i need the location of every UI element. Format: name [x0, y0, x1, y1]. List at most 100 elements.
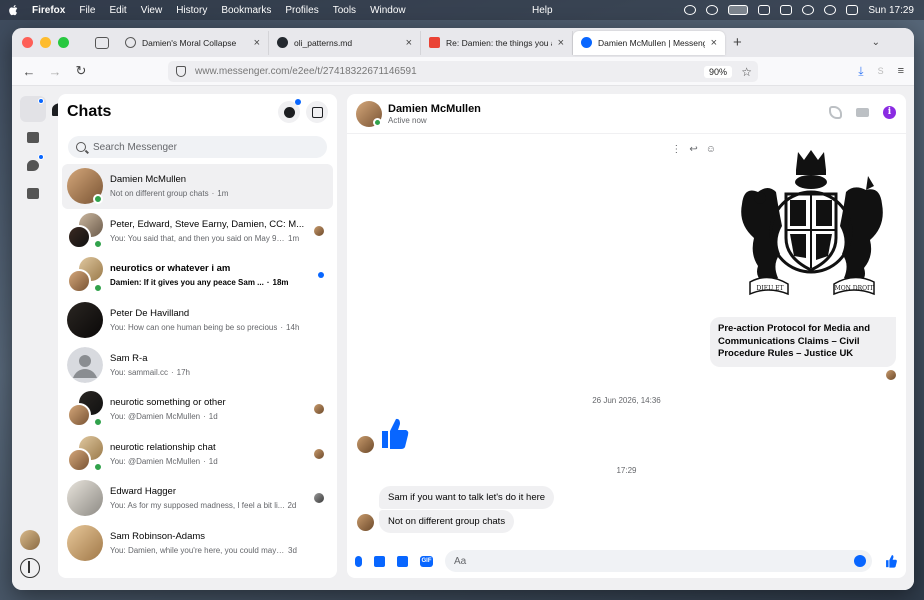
- menu-history[interactable]: History: [176, 5, 207, 16]
- menu-window[interactable]: Window: [370, 5, 406, 16]
- gmail-favicon-icon: [429, 37, 440, 48]
- ai-chat-favicon-icon: [125, 37, 136, 48]
- avatar: [67, 346, 103, 383]
- menu-help[interactable]: Help: [532, 5, 553, 16]
- chat-item[interactable]: Sam Robinson-Adams You: Damien, while yo…: [62, 521, 333, 566]
- chats-heading: Chats: [67, 103, 112, 120]
- spotlight-search-icon[interactable]: [824, 5, 837, 15]
- rail-marketplace-button[interactable]: [20, 124, 46, 150]
- menu-file[interactable]: File: [79, 5, 95, 16]
- reply-icon[interactable]: ↩: [689, 144, 697, 155]
- tab-overview-icon[interactable]: [95, 36, 109, 49]
- minimize-window-button[interactable]: [40, 37, 51, 48]
- extension-icon[interactable]: S: [878, 66, 884, 76]
- info-icon[interactable]: i: [883, 106, 896, 119]
- tab-moral-collapse[interactable]: Damien's Moral Collapse ×: [117, 30, 269, 55]
- menu-edit[interactable]: Edit: [109, 5, 126, 16]
- list-all-tabs-icon[interactable]: ⌄: [872, 37, 880, 48]
- zoom-level-badge[interactable]: 90%: [703, 65, 732, 78]
- chat-item[interactable]: Peter De Havilland You: How can one huma…: [62, 298, 333, 343]
- vpn-status-icon[interactable]: [684, 5, 697, 15]
- timestamp-divider: 17:29: [616, 466, 637, 475]
- zoom-window-button[interactable]: [58, 37, 69, 48]
- close-tab-icon[interactable]: ×: [711, 37, 717, 49]
- royal-coat-of-arms-image[interactable]: DIEU ET MON DROIT: [728, 146, 894, 300]
- chat-item[interactable]: neurotics or whatever i am Damien: If it…: [62, 253, 333, 298]
- facebook-button[interactable]: [278, 99, 301, 123]
- chat-item[interactable]: Peter, Edward, Steve Earny, Damien, CC: …: [62, 209, 333, 254]
- control-center-icon[interactable]: [846, 5, 859, 15]
- phone-call-icon[interactable]: [829, 106, 842, 119]
- image-attach-icon[interactable]: [374, 555, 385, 567]
- chat-item[interactable]: Sam R-a You: sammail.cc · 17h: [62, 342, 333, 387]
- contact-status: Active now: [388, 115, 427, 125]
- emoji-icon[interactable]: [854, 555, 866, 567]
- react-emoji-icon[interactable]: ☺: [706, 144, 716, 155]
- microphone-icon[interactable]: [355, 555, 362, 567]
- menu-view[interactable]: View: [141, 5, 163, 16]
- message-bubble[interactable]: Sam if you want to talk let's do it here: [379, 486, 555, 509]
- send-like-icon[interactable]: [884, 554, 898, 568]
- chat-time: 1d: [208, 412, 218, 422]
- contact-avatar[interactable]: [356, 100, 382, 127]
- chat-item[interactable]: neurotic something or other You: @Damien…: [62, 387, 333, 432]
- app-menu-icon[interactable]: ≡: [898, 65, 904, 77]
- address-bar[interactable]: www.messenger.com /e2ee/t/27418322671146…: [168, 61, 758, 82]
- chat-item[interactable]: Damien McMullen Not on different group c…: [62, 164, 333, 209]
- downloads-icon[interactable]: ⤓: [858, 64, 863, 79]
- tracking-protection-shield-icon[interactable]: [176, 66, 186, 77]
- menu-app-name[interactable]: Firefox: [32, 5, 65, 16]
- close-tab-icon[interactable]: ×: [254, 37, 260, 49]
- menu-tools[interactable]: Tools: [333, 5, 356, 16]
- bookmark-star-icon[interactable]: ☆: [741, 65, 752, 79]
- gif-icon[interactable]: GIF: [420, 555, 433, 567]
- volume-icon[interactable]: [802, 5, 815, 15]
- profile-avatar[interactable]: [20, 530, 40, 550]
- screen-mirror-icon[interactable]: [728, 5, 749, 15]
- chat-time: 1m: [217, 189, 229, 199]
- message-bubble[interactable]: Not on different group chats: [379, 510, 515, 533]
- tab-oli-patterns[interactable]: oli_patterns.md ×: [269, 30, 421, 55]
- chats-header: Chats: [58, 94, 337, 130]
- close-tab-icon[interactable]: ×: [558, 37, 564, 49]
- more-options-icon[interactable]: ⋮: [671, 144, 681, 155]
- apple-icon[interactable]: [8, 4, 20, 16]
- chat-item[interactable]: neurotic relationship chat You: @Damien …: [62, 432, 333, 477]
- chat-name: Sam R-a: [110, 352, 148, 364]
- toggle-sidebar-icon[interactable]: [20, 558, 40, 578]
- menubar-clock[interactable]: Sun 17:29: [868, 5, 914, 16]
- chatgpt-icon[interactable]: [706, 5, 719, 15]
- sticker-icon[interactable]: [397, 555, 408, 567]
- tab-messenger[interactable]: Damien McMullen | Messenger ×: [573, 30, 725, 55]
- video-call-icon[interactable]: [856, 108, 869, 117]
- chat-name: Edward Hagger: [110, 486, 177, 498]
- back-icon[interactable]: ←: [16, 64, 42, 79]
- compose-icon: [311, 106, 323, 118]
- menu-profiles[interactable]: Profiles: [285, 5, 318, 16]
- messenger-favicon-icon: [581, 37, 592, 48]
- close-tab-icon[interactable]: ×: [406, 37, 412, 49]
- new-message-button[interactable]: [306, 101, 328, 123]
- search-input[interactable]: [93, 141, 313, 153]
- forward-icon[interactable]: →: [42, 64, 68, 79]
- link-preview-card[interactable]: Pre-action Protocol for Media and Commun…: [710, 317, 896, 367]
- message-input[interactable]: [454, 555, 834, 567]
- rail-requests-button[interactable]: [20, 152, 46, 178]
- new-tab-icon[interactable]: +: [733, 34, 742, 51]
- chat-preview: You: Damien, while you're here, you coul…: [110, 546, 285, 556]
- rail-chats-button[interactable]: [20, 96, 70, 122]
- notification-dot: [295, 99, 301, 105]
- reload-icon[interactable]: ↻: [68, 63, 94, 79]
- menu-bookmarks[interactable]: Bookmarks: [221, 5, 271, 16]
- coffee-icon[interactable]: [758, 5, 771, 15]
- conversation-panel: Damien McMullen Active now i ⋮ ↩ ☺ DIEU …: [347, 94, 906, 578]
- navigation-toolbar: ← → ↻ www.messenger.com /e2ee/t/27418322…: [12, 57, 914, 86]
- crest-motto-left: DIEU ET: [757, 285, 784, 292]
- tab-gmail-reply[interactable]: Re: Damien: the things you are s ×: [421, 30, 573, 55]
- rail-archive-button[interactable]: [20, 180, 46, 206]
- chat-item[interactable]: Edward Hagger You: As for my supposed ma…: [62, 476, 333, 521]
- battery-icon[interactable]: [780, 5, 793, 15]
- messenger-page: Chats Damien McMullen: [12, 86, 914, 590]
- contact-name[interactable]: Damien McMullen: [388, 103, 481, 115]
- close-window-button[interactable]: [22, 37, 33, 48]
